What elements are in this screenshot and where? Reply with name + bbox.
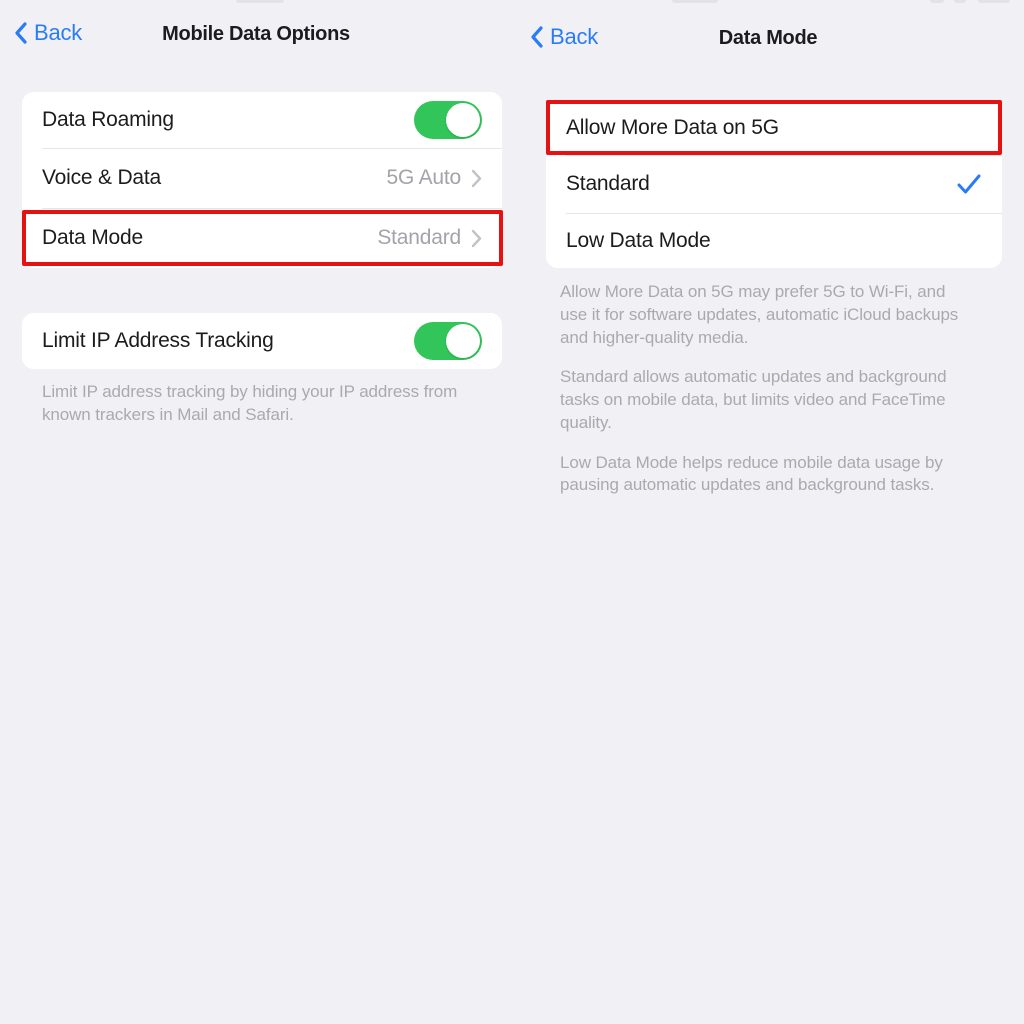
navigation-bar-left: Back Mobile Data Options <box>0 18 512 62</box>
footer-paragraph-standard: Standard allows automatic updates and ba… <box>560 367 947 432</box>
row-data-roaming-label: Data Roaming <box>42 108 174 131</box>
option-allow-more-data-on-5g-label: Allow More Data on 5G <box>566 115 779 139</box>
page-title-right: Data Mode <box>718 27 818 49</box>
row-limit-ip-tracking[interactable]: Limit IP Address Tracking <box>22 313 502 369</box>
chevron-right-icon <box>471 169 482 187</box>
row-voice-and-data-label: Voice & Data <box>42 166 162 189</box>
navigation-bar-right: Back Data Mode <box>512 18 1024 62</box>
row-data-roaming[interactable]: Data Roaming <box>22 92 502 148</box>
screen-data-mode: Back Data Mode Allow More Data on 5G Sta… <box>512 0 1024 1024</box>
data-roaming-toggle[interactable] <box>414 101 482 139</box>
checkmark-icon <box>957 174 981 194</box>
footer-paragraph-allow-more-data: Allow More Data on 5G may prefer 5G to W… <box>560 282 959 347</box>
row-data-mode-value: Standard <box>377 226 461 249</box>
settings-group-privacy: Limit IP Address Tracking <box>22 313 502 369</box>
settings-group-connectivity: Data Roaming Voice & Data 5G Auto Data M… <box>22 92 502 268</box>
option-allow-more-data-on-5g[interactable]: Allow More Data on 5G <box>546 100 1002 155</box>
row-voice-and-data-value: 5G Auto <box>386 166 462 189</box>
page-title-left: Mobile Data Options <box>162 23 350 45</box>
screen-mobile-data-options: Back Mobile Data Options Data Roaming Vo… <box>0 0 512 1024</box>
data-mode-options-group: Allow More Data on 5G Standard Low Data … <box>546 100 1002 268</box>
row-voice-and-data[interactable]: Voice & Data 5G Auto <box>22 148 502 208</box>
footer-note-privacy-text: Limit IP address tracking by hiding your… <box>42 382 458 424</box>
footer-note-data-mode: Allow More Data on 5G may prefer 5G to W… <box>560 281 972 497</box>
option-low-data-mode[interactable]: Low Data Mode <box>546 213 1002 268</box>
option-standard-label: Standard <box>566 172 650 195</box>
toggle-knob <box>446 103 480 137</box>
footer-paragraph-low-data-mode: Low Data Mode helps reduce mobile data u… <box>560 452 943 495</box>
limit-ip-tracking-toggle[interactable] <box>414 322 482 360</box>
row-limit-ip-tracking-label: Limit IP Address Tracking <box>42 329 274 352</box>
toggle-knob <box>446 324 480 358</box>
row-data-mode-label: Data Mode <box>42 226 143 249</box>
option-low-data-mode-label: Low Data Mode <box>566 228 711 252</box>
status-bar-remnant <box>0 0 512 8</box>
option-standard[interactable]: Standard <box>546 155 1002 213</box>
status-bar-remnant <box>512 0 1024 8</box>
chevron-right-icon <box>471 229 482 247</box>
footer-note-privacy: Limit IP address tracking by hiding your… <box>42 381 472 427</box>
row-data-mode[interactable]: Data Mode Standard <box>22 208 502 268</box>
